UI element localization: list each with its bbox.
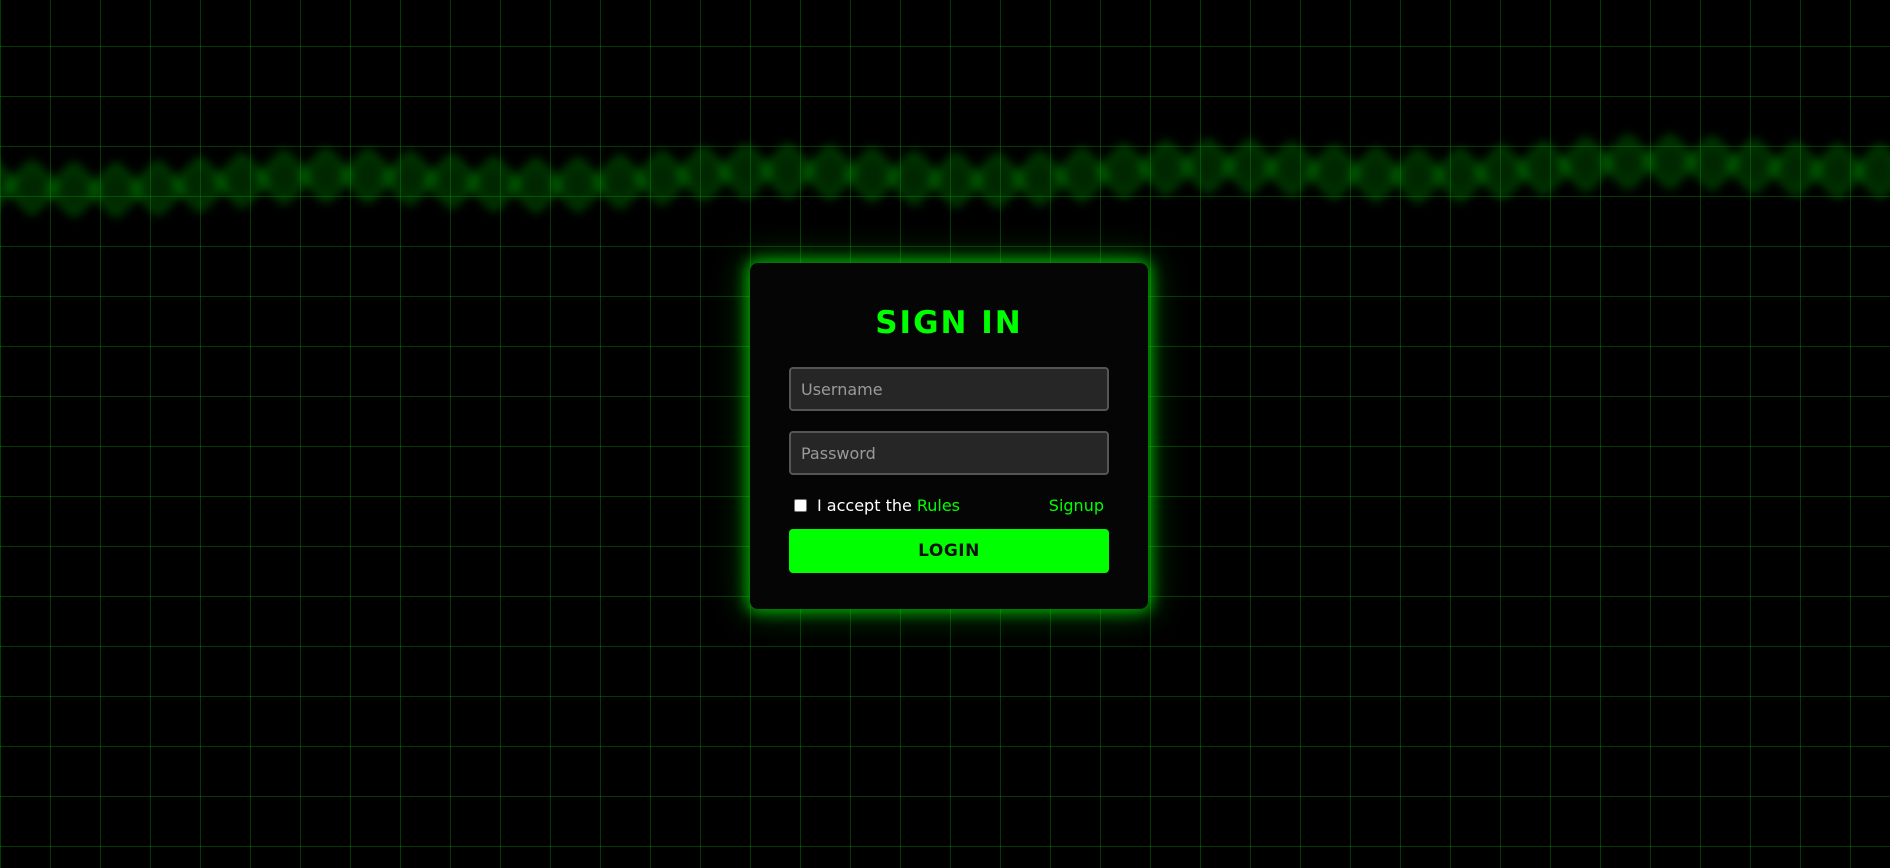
wave-diamond [551,157,605,212]
wave-diamond [593,154,647,209]
wave-diamond [1391,149,1445,203]
wave-diamond [1181,139,1235,193]
wave-diamond [257,150,311,204]
wave-diamond [1307,145,1361,199]
wave-diamond [341,149,395,203]
login-button[interactable]: LOGIN [789,529,1109,573]
wave-diamond [1097,144,1151,198]
wave-diamond [803,145,857,200]
wave-diamond [425,154,479,208]
wave-diamond [89,163,143,217]
wave-diamond [1433,148,1487,202]
wave-diamond [467,157,521,211]
page-background: SIGN IN I accept the Rules Signup LOGIN [0,0,1890,868]
wave-diamond [1811,144,1865,198]
wave-diamond [719,144,773,199]
wave-diamond [47,162,101,217]
wave-diamond [299,148,353,203]
options-row: I accept the Rules Signup [789,495,1109,515]
wave-diamond [1475,145,1529,199]
wave-diamond [761,144,815,198]
wave-diamond [509,158,563,212]
signup-link[interactable]: Signup [1049,496,1104,515]
wave-diamond [887,151,941,205]
wave-diamond [383,151,437,205]
wave-diamond [1013,151,1067,206]
password-input[interactable] [789,431,1109,475]
wave-diamond [1517,141,1571,195]
wave-diamond [1265,142,1319,196]
wave-diamond [0,157,17,211]
accept-rules-label: I accept the Rules [789,496,960,515]
wave-diamond [1349,148,1403,202]
wave-diamond [1223,140,1277,194]
wave-diamond [1727,139,1781,193]
wave-diamond [1685,136,1739,190]
wave-diamond [1139,141,1193,195]
glowing-wave-decoration [0,100,1890,270]
wave-diamond [929,153,983,207]
wave-diamond [173,157,227,212]
rules-link[interactable]: Rules [917,496,960,515]
wave-diamond [1853,144,1890,198]
accept-rules-text: I accept the [817,495,912,515]
wave-diamond [635,151,689,205]
wave-diamond [971,153,1025,208]
username-input[interactable] [789,367,1109,411]
wave-diamond [677,147,731,201]
wave-diamond [1559,137,1613,192]
wave-diamond [1643,134,1697,189]
signin-card: SIGN IN I accept the Rules Signup LOGIN [750,263,1148,609]
wave-diamond [845,148,899,202]
accept-rules-checkbox[interactable] [794,498,807,512]
wave-diamond [215,153,269,208]
wave-diamond [1769,142,1823,196]
wave-diamond [1601,135,1655,189]
wave-diamond [131,161,185,215]
signin-title: SIGN IN [875,305,1023,341]
wave-diamond [1055,148,1109,202]
wave-diamond [5,160,59,215]
